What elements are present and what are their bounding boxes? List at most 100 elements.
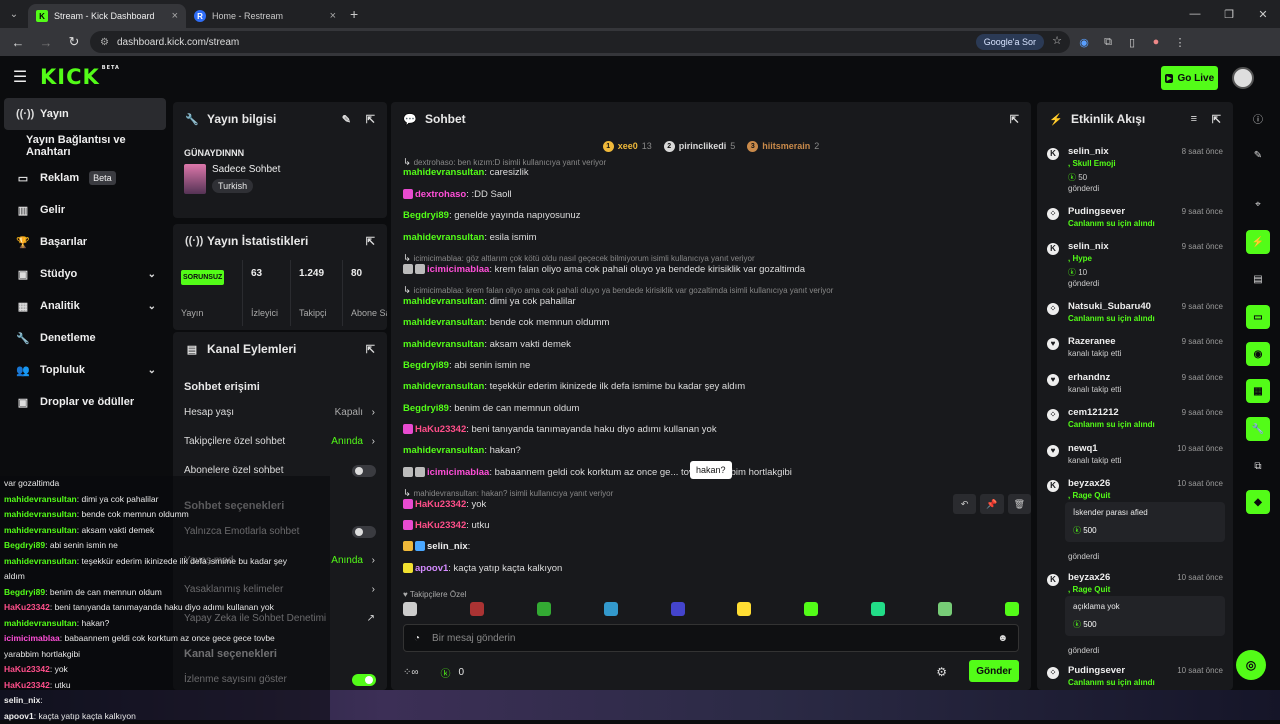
back-icon[interactable]: ← — [6, 35, 30, 50]
profile-icon[interactable]: ● — [1146, 32, 1166, 52]
help-chat-icon[interactable]: ◎ — [1236, 650, 1266, 680]
delete-icon[interactable]: 🗑 — [1008, 494, 1031, 514]
emoji-picker-icon[interactable]: ☻ — [997, 633, 1008, 644]
activity-user[interactable]: Natsuki_Subaru40 — [1068, 301, 1151, 312]
chat-message[interactable]: mahidevransultan: aksam vakti demek — [403, 339, 571, 350]
new-tab-icon[interactable]: + — [350, 6, 358, 22]
sidebar-icon[interactable]: ▯ — [1122, 32, 1142, 52]
chat-username[interactable]: selin_nix — [427, 541, 468, 552]
lightning-tool-icon[interactable]: ⚡ — [1246, 230, 1270, 254]
edit-icon[interactable]: ✎ — [342, 113, 351, 126]
popout-icon[interactable]: ⇱ — [366, 113, 375, 126]
menu-dots-icon[interactable]: ⋮ — [1170, 32, 1190, 52]
activity-user[interactable]: selin_nix — [1068, 241, 1109, 252]
activity-user[interactable]: Pudingsever — [1068, 665, 1125, 676]
chevron-right-icon[interactable]: › — [372, 584, 375, 595]
chat-username[interactable]: icimicimablaa — [427, 264, 489, 275]
layout-tool-icon[interactable]: ▦ — [1246, 379, 1270, 403]
chat-username[interactable]: icimicimablaa — [427, 467, 489, 478]
pin-icon[interactable]: 📌 — [980, 494, 1003, 514]
chat-message-input[interactable]: ◔ Bir mesaj gönderin ☻ — [403, 624, 1019, 652]
chat-message[interactable]: HaKu23342: beni tanıyanda tanımayanda ha… — [403, 424, 717, 435]
bookmark-star-icon[interactable]: ☆ — [1052, 34, 1062, 47]
sidebar-item[interactable]: 🏆Başarılar — [0, 226, 170, 258]
setting-toggle[interactable] — [352, 674, 376, 686]
wrench-tool-icon[interactable]: 🔧 — [1246, 417, 1270, 441]
extension-icon[interactable]: ◉ — [1074, 32, 1094, 52]
sidebar-item[interactable]: 👥Topluluk⌄ — [0, 354, 170, 386]
chat-message[interactable]: mahidevransultan: caresizlik — [403, 167, 529, 178]
chat-message[interactable]: Begdryi89: benim de can memnun oldum — [403, 403, 579, 414]
chat-username[interactable]: mahidevransultan — [403, 232, 484, 243]
chevron-down-icon[interactable]: ⌄ — [148, 365, 156, 376]
extensions-puzzle-icon[interactable]: ⧉ — [1098, 32, 1118, 52]
emote-icon[interactable] — [537, 602, 551, 616]
close-window-icon[interactable]: ✕ — [1246, 8, 1280, 21]
emote-icon[interactable] — [470, 602, 484, 616]
emote-icon[interactable] — [938, 602, 952, 616]
sidebar-item[interactable]: ((·))Yayın — [4, 98, 166, 130]
channel-setting-row[interactable]: Takipçilere özel sohbetAnında› — [173, 427, 387, 456]
close-tab-icon[interactable]: × — [172, 10, 178, 22]
emote-icon[interactable] — [737, 602, 751, 616]
emote-icon[interactable] — [403, 602, 417, 616]
chevron-right-icon[interactable]: › — [372, 555, 375, 566]
setting-toggle[interactable] — [352, 465, 376, 477]
activity-user[interactable]: beyzax26 — [1068, 478, 1110, 489]
chat-username[interactable]: mahidevransultan — [403, 296, 484, 307]
sidebar-item[interactable]: Yayın Bağlantısı ve Anahtarı — [0, 130, 170, 162]
chat-message[interactable]: mahidevransultan: hakan? — [403, 445, 521, 456]
chevron-right-icon[interactable]: › — [372, 436, 375, 447]
broadcast-tool-icon[interactable]: ◉ — [1246, 342, 1270, 366]
popout-icon[interactable]: ⇱ — [366, 235, 375, 248]
activity-user[interactable]: cem121212 — [1068, 407, 1119, 418]
chat-username[interactable]: HaKu23342 — [415, 424, 466, 435]
pip-icon[interactable]: ⧉ — [1246, 454, 1270, 478]
user-avatar[interactable] — [1232, 67, 1254, 89]
sidebar-item[interactable]: ▣Droplar ve ödüller — [0, 386, 170, 418]
popout-icon[interactable]: ⇱ — [1212, 113, 1221, 126]
chevron-down-icon[interactable]: ⌄ — [148, 301, 156, 312]
tab-search-icon[interactable]: ⌄ — [0, 0, 28, 28]
chat-message[interactable]: icimicimablaa: babaannem geldi cok korkt… — [403, 467, 792, 478]
chevron-right-icon[interactable]: › — [372, 407, 375, 418]
chat-message[interactable]: HaKu23342: yok — [403, 499, 486, 510]
activity-user[interactable]: beyzax26 — [1068, 572, 1110, 583]
google-ask-button[interactable]: Google'a Sor — [976, 34, 1044, 50]
popout-icon[interactable]: ⇱ — [366, 343, 375, 356]
chat-message[interactable]: mahidevransultan: dimi ya cok pahalilar — [403, 296, 576, 307]
chat-message[interactable]: HaKu23342: utku — [403, 520, 489, 531]
popout-icon[interactable]: ⇱ — [1010, 113, 1019, 126]
go-live-button[interactable]: ▶Go Live — [1161, 66, 1218, 90]
emote-icon[interactable] — [671, 602, 685, 616]
chat-message[interactable]: Begdryi89: genelde yayında napıyosunuz — [403, 210, 580, 221]
chat-message[interactable]: mahidevransultan: esila ismim — [403, 232, 537, 243]
chat-username[interactable]: Begdryi89 — [403, 403, 449, 414]
emote-icon[interactable] — [871, 602, 885, 616]
edit-tool-icon[interactable]: ✎ — [1246, 143, 1270, 167]
minimize-icon[interactable]: — — [1178, 8, 1212, 20]
points-icon[interactable]: ⁘∞ — [403, 667, 419, 678]
external-link-icon[interactable]: ↗ — [367, 613, 375, 624]
chat-username[interactable]: Begdryi89 — [403, 360, 449, 371]
top-gifter[interactable]: 2pirinclikedi5 — [664, 141, 736, 152]
chat-message[interactable]: dextrohaso: :DD Saoll — [403, 189, 512, 200]
chevron-down-icon[interactable]: ⌄ — [148, 269, 156, 280]
chat-message[interactable]: icimicimablaa: krem falan oliyo ama cok … — [403, 264, 805, 275]
emote-icon[interactable] — [804, 602, 818, 616]
chat-message[interactable]: Begdryi89: abi senin ismin ne — [403, 360, 530, 371]
activity-user[interactable]: Pudingsever — [1068, 206, 1125, 217]
document-icon[interactable]: ▤ — [1246, 267, 1270, 291]
tab-restream[interactable]: R Home - Restream × — [186, 4, 344, 28]
close-tab-icon[interactable]: × — [330, 10, 336, 22]
chat-message[interactable]: apoov1: kaçta yatıp kaçta kalkıyon — [403, 563, 562, 574]
tab-kick-dashboard[interactable]: K Stream - Kick Dashboard × — [28, 4, 186, 28]
sidebar-item[interactable]: ▥Gelir — [0, 194, 170, 226]
hamburger-menu-icon[interactable]: ☰ — [0, 67, 40, 87]
info-icon[interactable]: ⓘ — [1246, 106, 1270, 130]
sidebar-item[interactable]: ▣Stüdyo⌄ — [0, 258, 170, 290]
chat-settings-gear-icon[interactable]: ⚙ — [936, 665, 947, 679]
emote-icon[interactable] — [1005, 602, 1019, 616]
capture-icon[interactable]: ⌖ — [1246, 192, 1270, 216]
activity-user[interactable]: newq1 — [1068, 443, 1098, 454]
